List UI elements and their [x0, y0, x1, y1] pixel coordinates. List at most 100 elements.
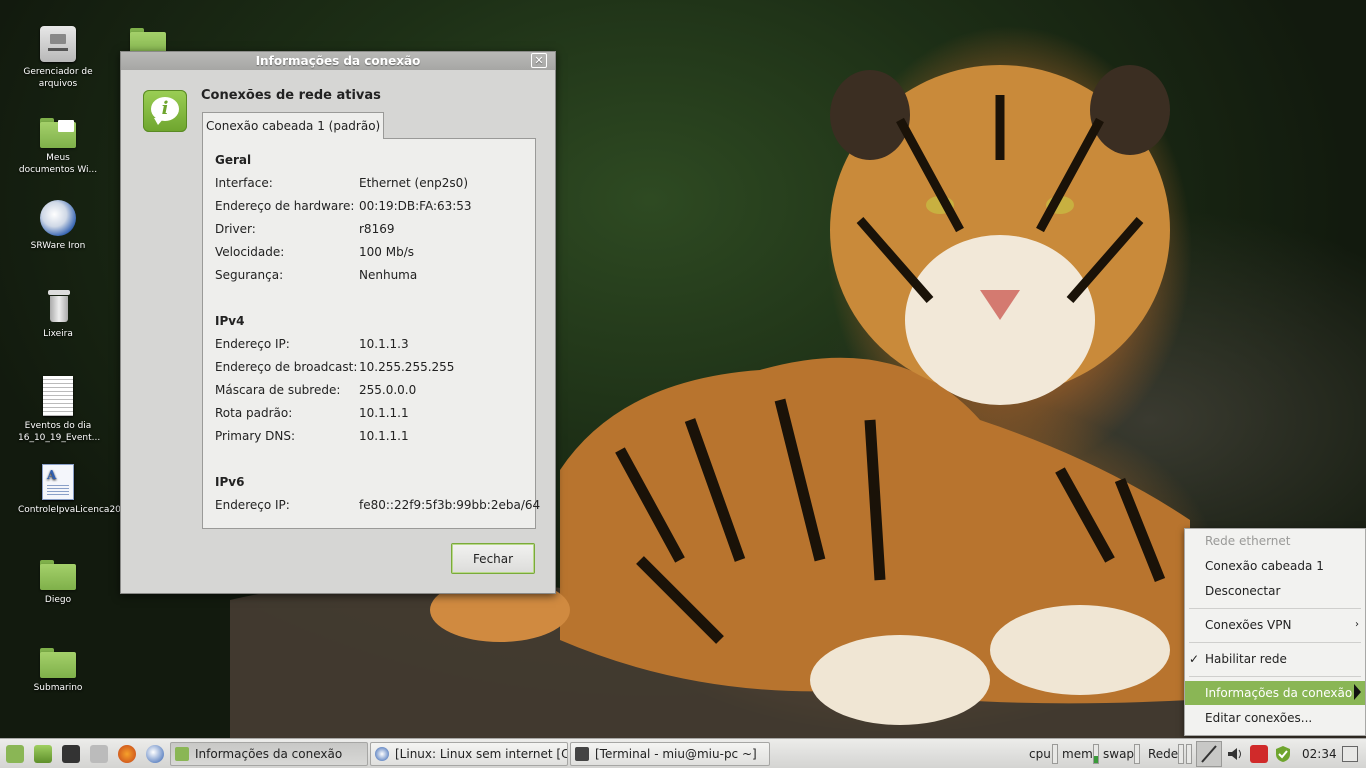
- desktop-icon-controle-ipva[interactable]: A ControleIpvaLicenca2020.odt: [18, 464, 150, 516]
- section-title-general: Geral: [215, 153, 252, 167]
- desktop-icon-trash[interactable]: Lixeira: [18, 288, 98, 340]
- row-label: Primary DNS:: [215, 429, 296, 443]
- row-label: Interface:: [215, 176, 273, 190]
- row-value: Nenhuma: [359, 268, 418, 282]
- antivirus-icon[interactable]: [1250, 745, 1268, 763]
- desktop-icon-label: Gerenciador de arquivos: [23, 67, 93, 89]
- trash-icon: [40, 288, 76, 324]
- shield-check-icon[interactable]: [1274, 745, 1292, 763]
- folder-icon: [40, 560, 76, 590]
- network-label: Rede: [1148, 747, 1179, 761]
- row-value: 10.1.1.1: [359, 406, 409, 420]
- desktop-icon-label: Submarino: [33, 683, 83, 693]
- row-value: 10.1.1.3: [359, 337, 409, 351]
- folder-icon: [40, 118, 76, 148]
- desktop-icon-eventos[interactable]: Eventos do dia 16_10_19_Event...: [18, 376, 101, 444]
- menu-item-enable-network[interactable]: ✓ Habilitar rede: [1185, 647, 1365, 671]
- info-icon: i: [143, 90, 187, 132]
- terminal-icon[interactable]: [62, 745, 80, 763]
- show-desktop-button[interactable]: [1342, 746, 1358, 762]
- task-label: [Terminal - miu@miu-pc ~]: [595, 747, 757, 761]
- task-linux-browser[interactable]: [Linux: Linux sem internet [C...: [370, 742, 568, 766]
- browser-icon[interactable]: [146, 745, 164, 763]
- clock[interactable]: 02:34: [1302, 739, 1337, 768]
- cpu-meter: [1052, 744, 1058, 764]
- desktop-icon-label: Lixeira: [43, 329, 73, 339]
- menu-item-wired-connection[interactable]: Conexão cabeada 1: [1185, 554, 1365, 578]
- dialog-titlebar[interactable]: Informações da conexão ✕: [121, 52, 555, 70]
- row-value: 255.0.0.0: [359, 383, 417, 397]
- menu-separator: [1189, 676, 1361, 677]
- task-terminal[interactable]: [Terminal - miu@miu-pc ~]: [570, 742, 770, 766]
- file-manager-icon: [40, 26, 76, 62]
- dialog-heading: Conexões de rede ativas: [201, 88, 381, 103]
- row-value: 100 Mb/s: [359, 245, 414, 259]
- menu-separator: [1189, 608, 1361, 609]
- row-value: r8169: [359, 222, 395, 236]
- section-title-ipv6: IPv6: [215, 475, 245, 489]
- connection-info-dialog: Informações da conexão ✕ i Conexões de r…: [120, 51, 556, 594]
- row-label: Rota padrão:: [215, 406, 293, 420]
- dialog-title: Informações da conexão: [255, 54, 421, 68]
- task-label: [Linux: Linux sem internet [C...: [395, 747, 568, 761]
- network-meter: [1178, 744, 1184, 764]
- desktop-icon-srware-iron[interactable]: SRWare Iron: [18, 200, 98, 252]
- task-label: Informações da conexão: [195, 747, 343, 761]
- desktop-icon-label: Eventos do dia 16_10_19_Event...: [18, 421, 101, 443]
- row-label: Driver:: [215, 222, 256, 236]
- row-value: fe80::22f9:5f3b:99bb:2eba/64: [359, 498, 541, 512]
- desktop-icon-label: Diego: [44, 595, 72, 605]
- menu-item-label: Conexões VPN: [1205, 618, 1292, 632]
- task-connection-info[interactable]: Informações da conexão: [170, 742, 368, 766]
- desktop-icon-diego[interactable]: Diego: [18, 556, 98, 606]
- menu-item-label: Habilitar rede: [1205, 652, 1287, 666]
- network-applet-icon[interactable]: [1196, 741, 1222, 767]
- row-label: Endereço de broadcast:: [215, 360, 358, 374]
- chevron-right-icon: ›: [1355, 619, 1359, 630]
- swap-meter: [1134, 744, 1140, 764]
- swap-label: swap: [1103, 747, 1135, 761]
- row-value: Ethernet (enp2s0): [359, 176, 468, 190]
- file-manager-icon[interactable]: [90, 745, 108, 763]
- row-label: Velocidade:: [215, 245, 285, 259]
- row-value: 00:19:DB:FA:63:53: [359, 199, 472, 213]
- menu-item-disconnect[interactable]: Desconectar: [1185, 579, 1365, 603]
- cpu-label: cpu: [1029, 747, 1051, 761]
- row-value: 10.255.255.255: [359, 360, 455, 374]
- network-menu: Rede ethernet Conexão cabeada 1 Desconec…: [1184, 528, 1366, 736]
- network-meter: [1186, 744, 1192, 764]
- section-title-ipv4: IPv4: [215, 314, 245, 328]
- close-button[interactable]: Fechar: [451, 543, 535, 574]
- terminal-icon: [575, 747, 589, 761]
- browser-icon: [375, 747, 389, 761]
- document-icon: [43, 376, 73, 416]
- row-label: Endereço IP:: [215, 498, 290, 512]
- menu-item-vpn-connections[interactable]: Conexões VPN ›: [1185, 613, 1365, 637]
- info-icon: [175, 747, 189, 761]
- close-icon[interactable]: ✕: [531, 53, 547, 68]
- taskbar: Informações da conexão [Linux: Linux sem…: [0, 738, 1366, 768]
- menu-separator: [1189, 642, 1361, 643]
- mem-label: mem: [1062, 747, 1093, 761]
- mem-meter: [1093, 744, 1099, 764]
- desktop-icon-label: Meus documentos Wi...: [18, 153, 98, 175]
- odt-document-icon: A: [42, 464, 74, 500]
- row-label: Endereço de hardware:: [215, 199, 355, 213]
- volume-icon[interactable]: [1226, 745, 1244, 763]
- row-value: 10.1.1.1: [359, 429, 409, 443]
- menu-item-edit-connections[interactable]: Editar conexões...: [1185, 706, 1365, 730]
- menu-item-connection-info[interactable]: Informações da conexão: [1185, 681, 1365, 705]
- connection-details-panel: Geral Interface: Ethernet (enp2s0) Ender…: [202, 138, 540, 529]
- desktop-icon-meus-documentos[interactable]: Meus documentos Wi...: [18, 114, 98, 176]
- menu-header-ethernet: Rede ethernet: [1205, 534, 1291, 548]
- menu-icon[interactable]: [6, 745, 24, 763]
- desktop-icon-submarino[interactable]: Submarino: [18, 644, 98, 694]
- checkmark-icon: ✓: [1189, 652, 1200, 666]
- desktop-icon-file-manager[interactable]: Gerenciador de arquivos: [18, 26, 98, 90]
- browser-icon: [40, 200, 76, 236]
- tab-wired-connection[interactable]: Conexão cabeada 1 (padrão): [202, 112, 385, 139]
- desktop-icon-label: SRWare Iron: [30, 241, 86, 251]
- firefox-icon[interactable]: [118, 745, 136, 763]
- row-label: Endereço IP:: [215, 337, 290, 351]
- show-desktop-icon[interactable]: [34, 745, 52, 763]
